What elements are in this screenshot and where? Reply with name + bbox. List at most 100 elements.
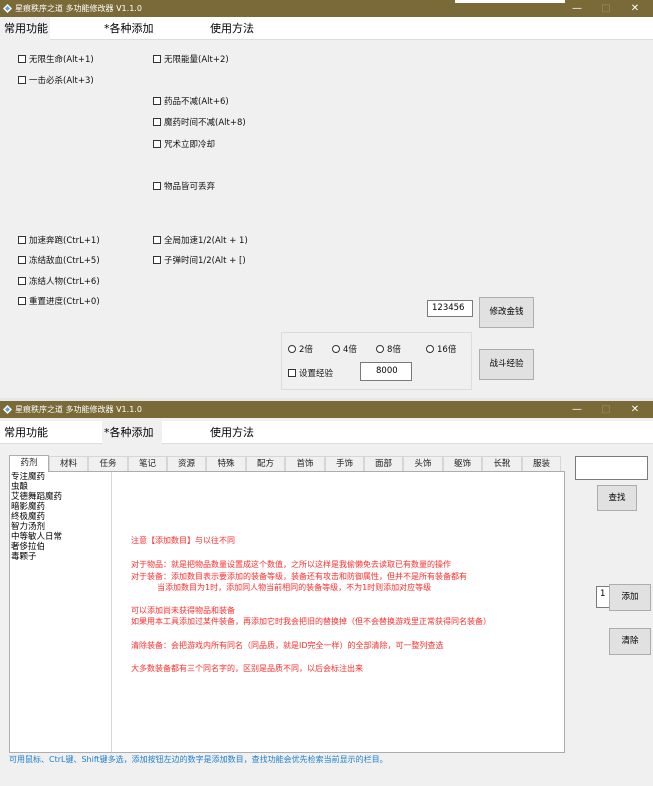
checkbox-box[interactable]: [18, 76, 26, 84]
money-input[interactable]: 123456: [427, 300, 473, 317]
checkbox-set-exp[interactable]: 设置经验: [288, 369, 333, 379]
checkbox-potion-time[interactable]: 魔药时间不减(Alt+8): [153, 118, 246, 128]
list-item[interactable]: 中等敏人日常: [10, 532, 111, 542]
checkbox-label: 子弹时间1/2(Alt + [): [164, 256, 246, 266]
checkbox-label: 咒术立即冷却: [164, 140, 216, 150]
add-button[interactable]: 添加: [609, 584, 651, 611]
tab-various-add[interactable]: *各种添加: [102, 421, 162, 444]
checkbox-box[interactable]: [18, 236, 26, 244]
tab-common-functions[interactable]: 常用功能: [0, 17, 50, 40]
checkbox-label: 冻结人物(CtrL+6): [29, 277, 100, 287]
checkbox-label: 加速奔跑(CtrL+1): [29, 236, 100, 246]
checkbox-bullet-time[interactable]: 子弹时间1/2(Alt + [): [153, 256, 246, 266]
radio-8x[interactable]: 8倍: [376, 345, 401, 355]
radio-dot[interactable]: [288, 345, 296, 353]
checkbox-box[interactable]: [153, 55, 161, 63]
close-button[interactable]: ✕: [621, 401, 649, 418]
list-item[interactable]: 终极魔药: [10, 512, 111, 522]
tab-potions[interactable]: 药剂: [9, 455, 49, 472]
search-input[interactable]: [575, 456, 648, 480]
checkbox-freeze-enemy[interactable]: 冻结敌血(CtrL+5): [18, 256, 100, 266]
close-button[interactable]: ✕: [621, 0, 649, 17]
note-title: 注意【添加数目】与以往不同: [131, 536, 235, 545]
radio-label: 8倍: [387, 345, 401, 355]
note-equipment: 对于装备：添加数目表示要添加的装备等级，装备还有攻击和防御属性，但并不是所有装备…: [131, 572, 467, 581]
tab-materials[interactable]: 材料: [49, 456, 88, 471]
note-unobtained: 可以添加尚未获得物品和装备: [131, 606, 235, 615]
tab-special[interactable]: 特殊: [206, 456, 246, 471]
radio-dot[interactable]: [376, 345, 384, 353]
list-item[interactable]: 专注魔药: [10, 472, 111, 482]
checkbox-items-droppable[interactable]: 物品皆可丢弃: [153, 182, 215, 192]
tab-common-functions[interactable]: 常用功能: [0, 421, 50, 444]
checkbox-box[interactable]: [153, 140, 161, 148]
list-item[interactable]: 智力汤剂: [10, 522, 111, 532]
note-items: 对于物品：就是把物品数量设置成这个数值，之所以这样是我偷懒免去读取已有数量的操作: [131, 560, 451, 569]
list-item[interactable]: 暗影魔药: [10, 502, 111, 512]
tab-body[interactable]: 躯饰: [443, 456, 482, 471]
checkbox-infinite-hp[interactable]: 无限生命(Alt+1): [18, 55, 94, 65]
exp-input[interactable]: 8000: [360, 362, 412, 381]
maximize-button[interactable]: □: [592, 401, 620, 418]
maximize-button[interactable]: □: [592, 0, 620, 17]
tab-jewelry[interactable]: 首饰: [285, 456, 325, 471]
checkbox-box[interactable]: [153, 236, 161, 244]
checkbox-speed-boost[interactable]: 加速奔跑(CtrL+1): [18, 236, 100, 246]
tab-quests[interactable]: 任务: [88, 456, 128, 471]
checkbox-global-speed[interactable]: 全局加速1/2(Alt + 1): [153, 236, 248, 246]
checkbox-box[interactable]: [18, 55, 26, 63]
tab-recipes[interactable]: 配方: [246, 456, 285, 471]
note-equipment-level: 当添加数目为1时，添加同人物当前相同的装备等级，不为1时则添加对应等级: [157, 583, 432, 592]
checkbox-label: 重置进度(CtrL+0): [29, 297, 100, 307]
tab-notes[interactable]: 笔记: [128, 456, 167, 471]
checkbox-box[interactable]: [153, 256, 161, 264]
checkbox-label: 全局加速1/2(Alt + 1): [164, 236, 248, 246]
checkbox-box[interactable]: [18, 297, 26, 305]
app-icon: [3, 4, 12, 13]
list-item[interactable]: 毒颗子: [10, 552, 111, 562]
note-replace: 如果用本工具添加过某件装备，再添加它时我会把旧的替换掉（但不会替换游戏里正常获得…: [131, 617, 491, 626]
checkbox-box[interactable]: [18, 256, 26, 264]
checkbox-potion-no-decrease[interactable]: 药品不减(Alt+6): [153, 97, 229, 107]
tab-usage[interactable]: 使用方法: [210, 421, 260, 444]
list-item[interactable]: 艾德舞蹈魔药: [10, 492, 111, 502]
list-item[interactable]: 虫酿: [10, 482, 111, 492]
radio-label: 2倍: [299, 345, 313, 355]
tab-hand-accessories[interactable]: 手饰: [325, 456, 364, 471]
tab-boots[interactable]: 长靴: [482, 456, 522, 471]
checkbox-freeze-npc[interactable]: 冻结人物(CtrL+6): [18, 277, 100, 287]
radio-2x[interactable]: 2倍: [288, 345, 313, 355]
tab-various-add[interactable]: *各种添加: [104, 17, 164, 40]
checkbox-label: 无限生命(Alt+1): [29, 55, 94, 65]
checkbox-infinite-energy[interactable]: 无限能量(Alt+2): [153, 55, 229, 65]
tab-face[interactable]: 面部: [364, 456, 403, 471]
window-title: 星痕秩序之道 多功能修改器 V1.1.0: [15, 4, 142, 13]
checkbox-box[interactable]: [153, 97, 161, 105]
tab-clothing[interactable]: 服装: [522, 456, 561, 471]
checkbox-reset-progress[interactable]: 重置进度(CtrL+0): [18, 297, 100, 307]
search-button[interactable]: 查找: [597, 485, 637, 511]
checkbox-spell-cooldown[interactable]: 咒术立即冷却: [153, 140, 215, 150]
radio-dot[interactable]: [426, 345, 434, 353]
close-icon: ✕: [630, 3, 640, 14]
clear-button[interactable]: 清除: [609, 628, 651, 655]
tab-headwear[interactable]: 头饰: [403, 456, 443, 471]
radio-dot[interactable]: [332, 345, 340, 353]
minimize-icon: —: [572, 404, 582, 415]
list-item[interactable]: 奢侈拉伯: [10, 542, 111, 552]
tab-resources[interactable]: 资源: [167, 456, 206, 471]
radio-4x[interactable]: 4倍: [332, 345, 357, 355]
checkbox-one-hit-kill[interactable]: 一击必杀(Alt+3): [18, 76, 94, 86]
checkbox-box[interactable]: [288, 369, 296, 377]
close-icon: ✕: [630, 404, 640, 415]
battle-exp-button[interactable]: 战斗经验: [479, 349, 534, 380]
modify-money-button[interactable]: 修改金钱: [479, 297, 534, 328]
tab-usage[interactable]: 使用方法: [210, 17, 260, 40]
checkbox-box[interactable]: [18, 277, 26, 285]
minimize-button[interactable]: —: [563, 401, 591, 418]
checkbox-box[interactable]: [153, 182, 161, 190]
radio-16x[interactable]: 16倍: [426, 345, 456, 355]
item-list[interactable]: 专注魔药 虫酿 艾德舞蹈魔药 暗影魔药 终极魔药 智力汤剂 中等敏人日常 奢侈拉…: [10, 472, 112, 752]
minimize-button[interactable]: —: [563, 0, 591, 17]
checkbox-box[interactable]: [153, 118, 161, 126]
